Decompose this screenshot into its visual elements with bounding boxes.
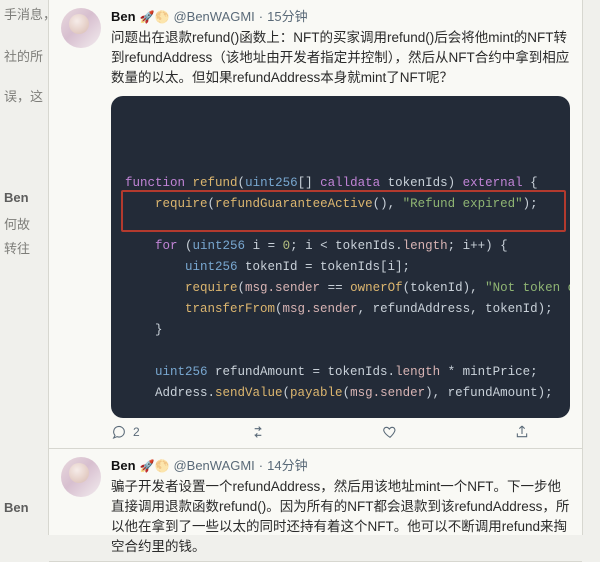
bg-text: 社的所 bbox=[4, 46, 43, 65]
tweet-text: 问题出在退款refund()函数上：NFT的买家调用refund()后会将他mi… bbox=[111, 28, 570, 88]
heart-icon bbox=[382, 424, 398, 440]
reply-button[interactable]: 2 bbox=[111, 424, 140, 440]
tweet-body: Ben 🚀🌕 @BenWAGMI · 14分钟 骗子开发者设置一个refundA… bbox=[111, 457, 570, 557]
bg-text: 误，这 bbox=[4, 86, 43, 105]
tweet-header: Ben 🚀🌕 @BenWAGMI · 14分钟 bbox=[111, 457, 570, 475]
avatar[interactable] bbox=[61, 457, 101, 497]
tweet-actions: 2 bbox=[111, 418, 570, 444]
bg-text: Ben bbox=[4, 190, 29, 205]
code-line: require(refundGuaranteeActive(), "Refund… bbox=[125, 194, 562, 215]
author-handle[interactable]: @BenWAGMI bbox=[173, 8, 254, 26]
avatar[interactable] bbox=[61, 8, 101, 48]
bg-text: Ben bbox=[4, 500, 29, 515]
code-line: require(msg.sender == ownerOf(tokenId), … bbox=[125, 278, 562, 299]
code-line: for (uint256 i = 0; i < tokenIds.length;… bbox=[125, 236, 562, 257]
author-handle[interactable]: @BenWAGMI bbox=[173, 457, 254, 475]
tweet-text: 骗子开发者设置一个refundAddress，然后用该地址mint一个NFT。下… bbox=[111, 477, 570, 557]
code-line: uint256 refundAmount = tokenIds.length *… bbox=[125, 362, 562, 383]
code-line bbox=[125, 215, 562, 236]
timestamp[interactable]: 15分钟 bbox=[267, 8, 307, 26]
reply-count: 2 bbox=[133, 425, 140, 439]
code-line: transferFrom(msg.sender, refundAddress, … bbox=[125, 299, 562, 320]
separator: · bbox=[259, 8, 263, 26]
code-snippet: function refund(uint256[] calldata token… bbox=[111, 96, 570, 418]
bg-text: 转往 bbox=[4, 238, 30, 257]
bg-text: 何故 bbox=[4, 214, 30, 233]
tweet[interactable]: Ben 🚀🌕 @BenWAGMI · 14分钟 骗子开发者设置一个refundA… bbox=[49, 449, 582, 562]
author-name[interactable]: Ben bbox=[111, 8, 136, 26]
tweet-header: Ben 🚀🌕 @BenWAGMI · 15分钟 bbox=[111, 8, 570, 26]
code-line: } bbox=[125, 320, 562, 341]
tweet[interactable]: Ben 🚀🌕 @BenWAGMI · 15分钟 问题出在退款refund()函数… bbox=[49, 0, 582, 449]
author-name[interactable]: Ben bbox=[111, 457, 136, 475]
author-emoji: 🚀🌕 bbox=[140, 8, 170, 26]
author-emoji: 🚀🌕 bbox=[140, 457, 170, 475]
reply-icon bbox=[111, 424, 127, 440]
code-line bbox=[125, 341, 562, 362]
retweet-icon bbox=[250, 424, 266, 440]
retweet-button[interactable] bbox=[250, 424, 272, 440]
code-line: Address.sendValue(payable(msg.sender), r… bbox=[125, 383, 562, 404]
tweet-feed: Ben 🚀🌕 @BenWAGMI · 15分钟 问题出在退款refund()函数… bbox=[48, 0, 583, 535]
share-icon bbox=[514, 424, 530, 440]
code-line: uint256 tokenId = tokenIds[i]; bbox=[125, 257, 562, 278]
timestamp[interactable]: 14分钟 bbox=[267, 457, 307, 475]
separator: · bbox=[259, 457, 263, 475]
code-line: function refund(uint256[] calldata token… bbox=[125, 173, 562, 194]
like-button[interactable] bbox=[382, 424, 404, 440]
tweet-body: Ben 🚀🌕 @BenWAGMI · 15分钟 问题出在退款refund()函数… bbox=[111, 8, 570, 444]
share-button[interactable] bbox=[514, 424, 530, 440]
